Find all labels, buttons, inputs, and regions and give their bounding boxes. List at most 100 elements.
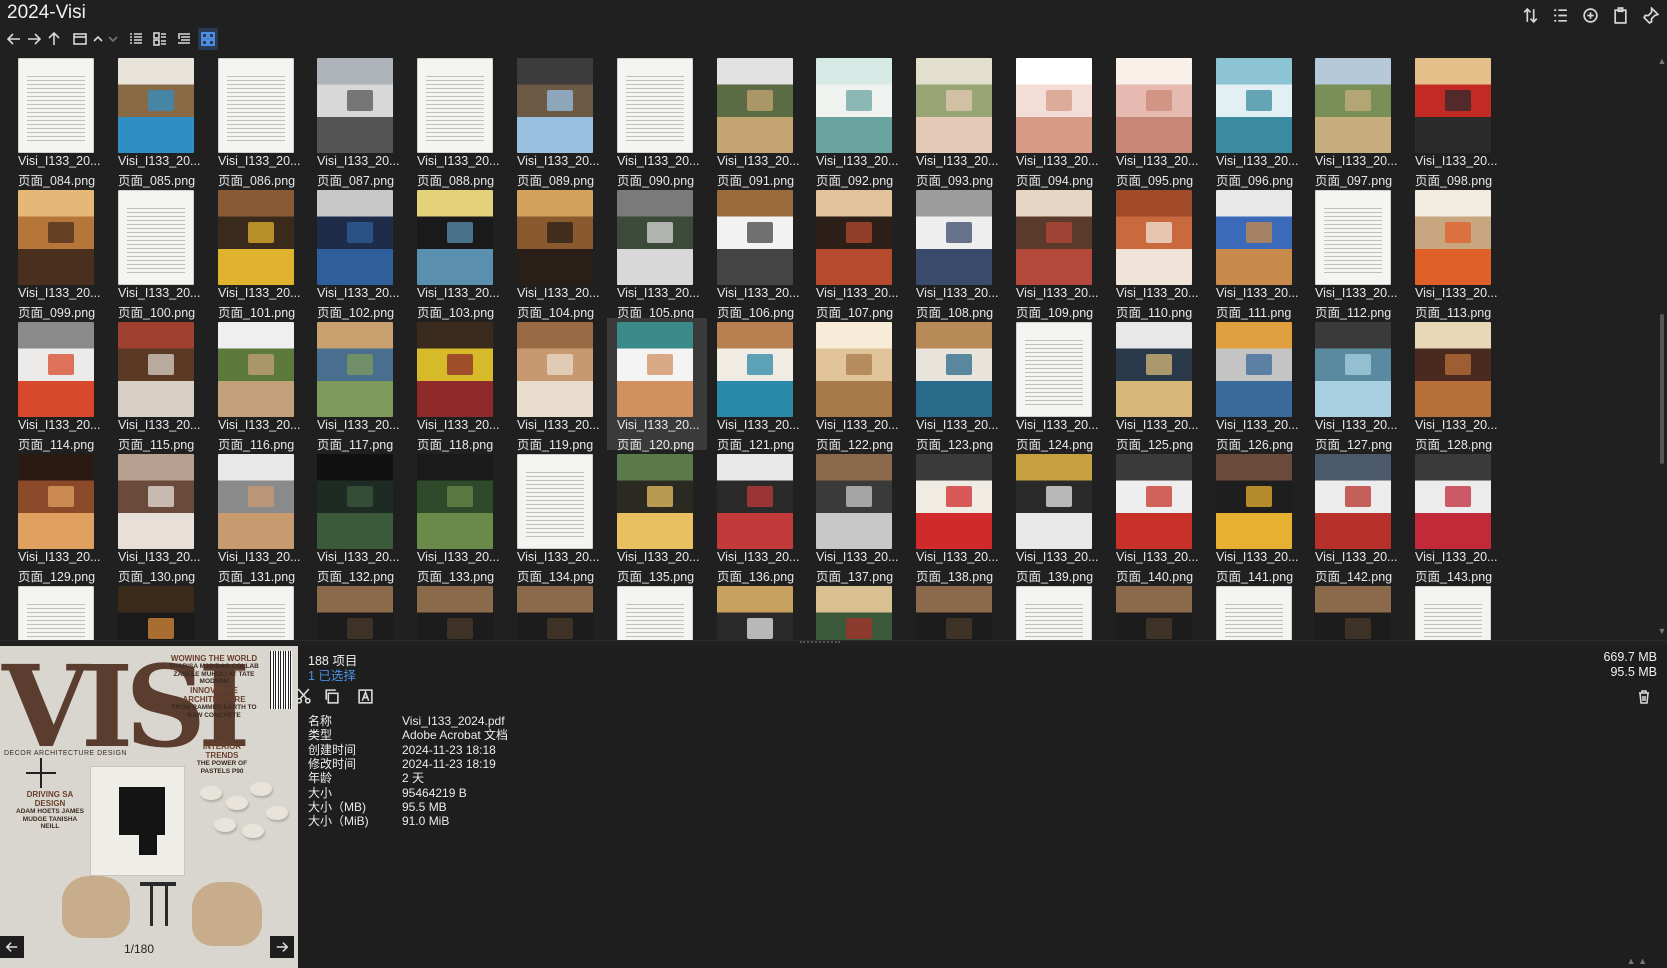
thumbnail-tile[interactable] (707, 582, 807, 642)
thumbnail-tile[interactable]: Visi_I133_20... 页面_143.png (1405, 450, 1505, 584)
thumbnail-tile[interactable]: Visi_I133_20... 页面_103.png (407, 186, 507, 320)
thumbnail-tile[interactable]: Visi_I133_20... 页面_118.png (407, 318, 507, 452)
thumbnail-tile[interactable] (307, 582, 407, 642)
list-view-icon[interactable] (126, 28, 146, 50)
thumbnail-tile[interactable]: Visi_I133_20... 页面_135.png (607, 450, 707, 584)
thumbnail-tile[interactable]: Visi_I133_20... 页面_085.png (108, 54, 208, 188)
thumbnail-tile[interactable]: Visi_I133_20... 页面_104.png (507, 186, 607, 320)
thumbnail-tile[interactable]: Visi_I133_20... 页面_097.png (1305, 54, 1405, 188)
thumbnail-tile[interactable] (208, 582, 308, 642)
thumbnail-tile[interactable] (906, 582, 1006, 642)
thumbnail-tile[interactable]: Visi_I133_20... 页面_095.png (1106, 54, 1206, 188)
vertical-scrollbar[interactable]: ▲ ▼ (1657, 54, 1667, 639)
thumbnail-tile[interactable] (8, 582, 108, 642)
thumbnail-tile[interactable]: Visi_I133_20... 页面_091.png (707, 54, 807, 188)
forward-icon[interactable] (24, 28, 44, 50)
splitter-grip[interactable] (800, 641, 840, 645)
thumbnail-tile[interactable] (108, 582, 208, 642)
thumbnail-tile[interactable]: Visi_I133_20... 页面_140.png (1106, 450, 1206, 584)
thumbnail-tile[interactable]: Visi_I133_20... 页面_108.png (906, 186, 1006, 320)
thumbnail-tile[interactable]: Visi_I133_20... 页面_115.png (108, 318, 208, 452)
thumbnail-tile[interactable] (1006, 582, 1106, 642)
back-icon[interactable] (4, 28, 24, 50)
thumbnail-tile[interactable]: Visi_I133_20... 页面_090.png (607, 54, 707, 188)
thumbnail-tile[interactable]: Visi_I133_20... 页面_087.png (307, 54, 407, 188)
thumbnail-tile[interactable]: Visi_I133_20... 页面_084.png (8, 54, 108, 188)
thumbnail-tile[interactable]: Visi_I133_20... 页面_089.png (507, 54, 607, 188)
thumbnail-tile[interactable] (607, 582, 707, 642)
thumbnail-tile[interactable] (806, 582, 906, 642)
thumbnail-tile[interactable]: Visi_I133_20... 页面_119.png (507, 318, 607, 452)
thumbnail-tile[interactable]: Visi_I133_20... 页面_121.png (707, 318, 807, 452)
trash-icon[interactable] (1633, 686, 1655, 708)
thumbnail-tile[interactable]: Visi_I133_20... 页面_113.png (1405, 186, 1505, 320)
scroll-down-icon[interactable]: ▼ (1657, 626, 1667, 636)
tree-view-icon[interactable] (174, 28, 194, 50)
thumbnail-tile[interactable]: Visi_I133_20... 页面_098.png (1405, 54, 1505, 188)
thumbnail-tile[interactable]: Visi_I133_20... 页面_141.png (1206, 450, 1306, 584)
thumbnail-tile[interactable]: Visi_I133_20... 页面_142.png (1305, 450, 1405, 584)
thumbnail-tile[interactable]: Visi_I133_20... 页面_133.png (407, 450, 507, 584)
selected-count[interactable]: 1 已选择 (308, 665, 356, 684)
thumbnail-tile[interactable]: Visi_I133_20... 页面_138.png (906, 450, 1006, 584)
folder-icon[interactable] (70, 28, 90, 50)
sort-icon[interactable] (1517, 4, 1543, 26)
thumbnail-tile[interactable]: Visi_I133_20... 页面_109.png (1006, 186, 1106, 320)
thumbnail-tile[interactable] (407, 582, 507, 642)
thumbnail-tile[interactable] (1405, 582, 1505, 642)
thumbnail-tile[interactable]: Visi_I133_20... 页面_117.png (307, 318, 407, 452)
thumbnail-tile[interactable]: Visi_I133_20... 页面_137.png (806, 450, 906, 584)
thumbnail-tile[interactable]: Visi_I133_20... 页面_088.png (407, 54, 507, 188)
thumbnail-tile[interactable]: Visi_I133_20... 页面_134.png (507, 450, 607, 584)
thumbnail-tile[interactable]: Visi_I133_20... 页面_093.png (906, 54, 1006, 188)
thumbnail-view-icon[interactable] (198, 28, 218, 50)
thumbnail-tile[interactable]: Visi_I133_20... 页面_101.png (208, 186, 308, 320)
copy-icon[interactable] (318, 684, 344, 708)
chevron-down-icon[interactable] (103, 28, 123, 50)
add-icon[interactable] (1577, 4, 1603, 26)
thumbnail-tile[interactable]: Visi_I133_20... 页面_096.png (1206, 54, 1306, 188)
thumbnail-tile[interactable] (1106, 582, 1206, 642)
cut-icon[interactable] (290, 684, 316, 708)
thumbnail-tile[interactable] (1206, 582, 1306, 642)
thumbnail-tile[interactable]: Visi_I133_20... 页面_139.png (1006, 450, 1106, 584)
thumbnail-tile[interactable]: Visi_I133_20... 页面_102.png (307, 186, 407, 320)
previous-page-button[interactable] (0, 936, 24, 958)
thumbnail-tile[interactable]: Visi_I133_20... 页面_124.png (1006, 318, 1106, 452)
thumbnail-tile[interactable]: Visi_I133_20... 页面_128.png (1405, 318, 1505, 452)
pin-icon[interactable] (1637, 4, 1663, 26)
thumbnail-tile[interactable]: Visi_I133_20... 页面_130.png (108, 450, 208, 584)
rename-icon[interactable] (352, 684, 378, 708)
thumbnail-tile[interactable] (507, 582, 607, 642)
thumbnail-tile[interactable]: Visi_I133_20... 页面_129.png (8, 450, 108, 584)
thumbnail-tile[interactable]: Visi_I133_20... 页面_094.png (1006, 54, 1106, 188)
thumbnail-tile[interactable]: Visi_I133_20... 页面_092.png (806, 54, 906, 188)
thumbnail-tile[interactable]: Visi_I133_20... 页面_136.png (707, 450, 807, 584)
thumbnail-tile[interactable]: Visi_I133_20... 页面_105.png (607, 186, 707, 320)
thumbnail-tile[interactable]: Visi_I133_20... 页面_126.png (1206, 318, 1306, 452)
scroll-up-icon[interactable]: ▲ (1657, 56, 1667, 66)
thumbnail-tile[interactable]: Visi_I133_20... 页面_132.png (307, 450, 407, 584)
thumbnail-tile[interactable]: Visi_I133_20... 页面_116.png (208, 318, 308, 452)
thumbnail-tile[interactable]: Visi_I133_20... 页面_100.png (108, 186, 208, 320)
thumbnail-tile[interactable]: Visi_I133_20... 页面_127.png (1305, 318, 1405, 452)
thumbnail-tile[interactable]: Visi_I133_20... 页面_099.png (8, 186, 108, 320)
expand-icon[interactable]: ▲ ▲ (1627, 956, 1647, 966)
thumbnail-tile[interactable]: Visi_I133_20... 页面_107.png (806, 186, 906, 320)
up-icon[interactable] (44, 28, 64, 50)
thumbnail-tile[interactable]: Visi_I133_20... 页面_110.png (1106, 186, 1206, 320)
next-page-button[interactable] (270, 936, 294, 958)
thumbnail-tile[interactable]: Visi_I133_20... 页面_114.png (8, 318, 108, 452)
tile-view-icon[interactable] (150, 28, 170, 50)
scrollbar-thumb[interactable] (1660, 314, 1664, 464)
thumbnail-tile[interactable]: Visi_I133_20... 页面_131.png (208, 450, 308, 584)
thumbnail-tile[interactable]: Visi_I133_20... 页面_123.png (906, 318, 1006, 452)
thumbnail-tile[interactable]: Visi_I133_20... 页面_111.png (1206, 186, 1306, 320)
thumbnail-tile[interactable]: Visi_I133_20... 页面_086.png (208, 54, 308, 188)
thumbnail-tile[interactable]: Visi_I133_20... 页面_120.png (607, 318, 707, 452)
thumbnail-tile[interactable]: Visi_I133_20... 页面_106.png (707, 186, 807, 320)
thumbnail-tile[interactable]: Visi_I133_20... 页面_125.png (1106, 318, 1206, 452)
details-view-icon[interactable] (1547, 4, 1573, 26)
thumbnail-tile[interactable] (1305, 582, 1405, 642)
thumbnail-tile[interactable]: Visi_I133_20... 页面_122.png (806, 318, 906, 452)
